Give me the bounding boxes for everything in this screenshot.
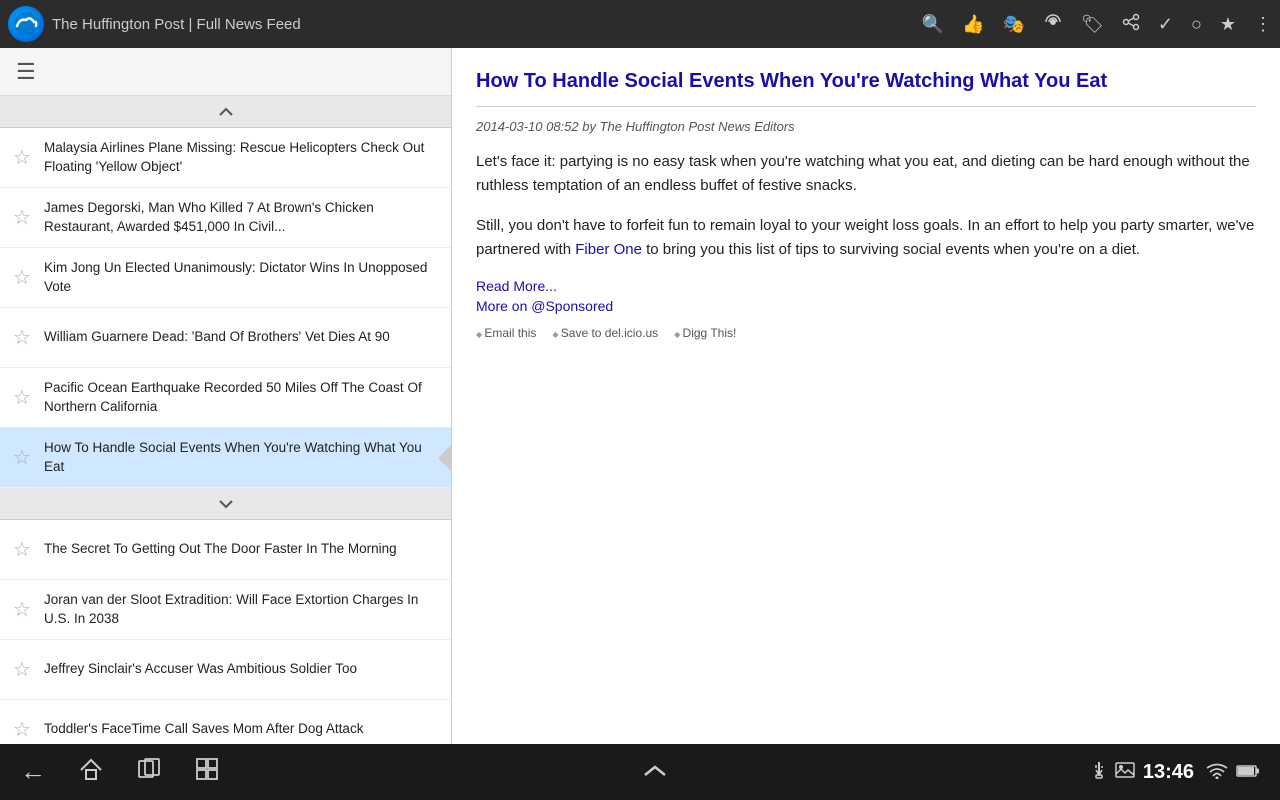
bottom-center	[643, 759, 667, 785]
digg-action[interactable]: Digg This!	[674, 326, 736, 340]
article-content: How To Handle Social Events When You're …	[452, 48, 1280, 744]
top-bar: The Huffington Post | Full News Feed 🔍 👍…	[0, 0, 1280, 48]
recents-button[interactable]	[136, 756, 162, 789]
mask-icon[interactable]: 🎭	[1003, 14, 1025, 35]
scroll-down-mid-button[interactable]	[0, 488, 451, 520]
article-meta: 2014-03-10 08:52 by The Huffington Post …	[476, 119, 1256, 134]
feed-item-1[interactable]: ☆ Malaysia Airlines Plane Missing: Rescu…	[0, 128, 451, 188]
hamburger-menu[interactable]: ☰	[8, 55, 44, 89]
star-icon-9[interactable]: ☆	[8, 656, 36, 684]
email-action[interactable]: Email this	[476, 326, 536, 340]
read-more-section: Read More... More on @Sponsored	[476, 278, 1256, 314]
feed-item-3[interactable]: ☆ Kim Jong Un Elected Unanimously: Dicta…	[0, 248, 451, 308]
back-button[interactable]: ←	[20, 756, 46, 789]
article-body-2: Still, you don't have to forfeit fun to …	[476, 214, 1256, 262]
feed-item-6[interactable]: ☆ How To Handle Social Events When You'r…	[0, 428, 451, 488]
action-bar: Email this Save to del.icio.us Digg This…	[476, 326, 1256, 340]
feed-item-text-1: Malaysia Airlines Plane Missing: Rescue …	[44, 139, 443, 177]
star-icon-7[interactable]: ☆	[8, 536, 36, 564]
feed-item-text-5: Pacific Ocean Earthquake Recorded 50 Mil…	[44, 379, 443, 417]
article-body-2-post: to bring you this list of tips to surviv…	[642, 241, 1140, 258]
title-divider	[476, 106, 1256, 107]
star-icon-3[interactable]: ☆	[8, 264, 36, 292]
battery-icon	[1236, 764, 1260, 781]
tag-icon[interactable]: 🏷	[1081, 14, 1104, 35]
radio-icon[interactable]	[1043, 12, 1063, 37]
like-icon[interactable]: 👍	[962, 14, 984, 35]
main-layout: ☰ ☆ Malaysia Airlines Plane Missing: Res…	[0, 48, 1280, 744]
nav-icons: ←	[20, 756, 220, 789]
star-top-icon[interactable]: ★	[1220, 14, 1236, 35]
star-icon-5[interactable]: ☆	[8, 384, 36, 412]
grid-button[interactable]	[194, 756, 220, 789]
sidebar: ☰ ☆ Malaysia Airlines Plane Missing: Res…	[0, 48, 452, 744]
feed-item-text-2: James Degorski, Man Who Killed 7 At Brow…	[44, 199, 443, 237]
clock-display: 13:46	[1143, 761, 1194, 784]
scroll-up-button[interactable]	[0, 96, 451, 128]
feed-item-text-7: The Secret To Getting Out The Door Faste…	[44, 540, 443, 559]
feed-item-text-9: Jeffrey Sinclair's Accuser Was Ambitious…	[44, 660, 443, 679]
feed-item-8[interactable]: ☆ Joran van der Sloot Extradition: Will …	[0, 580, 451, 640]
feed-item-9[interactable]: ☆ Jeffrey Sinclair's Accuser Was Ambitio…	[0, 640, 451, 700]
wifi-icon	[1206, 763, 1228, 782]
article-title[interactable]: How To Handle Social Events When You're …	[476, 68, 1256, 94]
star-icon-10[interactable]: ☆	[8, 716, 36, 744]
search-icon[interactable]: 🔍	[922, 14, 944, 35]
read-more-link[interactable]: Read More...	[476, 278, 1256, 294]
scroll-up-center-button[interactable]	[643, 759, 667, 785]
star-icon-2[interactable]: ☆	[8, 204, 36, 232]
sidebar-controls: ☰	[0, 48, 451, 96]
share-icon[interactable]	[1122, 13, 1140, 36]
fiber-one-link[interactable]: Fiber One	[575, 241, 642, 258]
star-icon-1[interactable]: ☆	[8, 144, 36, 172]
feed-list: ☆ Malaysia Airlines Plane Missing: Rescu…	[0, 128, 451, 744]
feed-item-text-6: How To Handle Social Events When You're …	[44, 439, 443, 477]
feed-item-text-3: Kim Jong Un Elected Unanimously: Dictato…	[44, 259, 443, 297]
feed-item-7[interactable]: ☆ The Secret To Getting Out The Door Fas…	[0, 520, 451, 580]
check-icon[interactable]: ✓	[1158, 14, 1173, 35]
usb-icon	[1091, 760, 1107, 785]
app-title: The Huffington Post | Full News Feed	[52, 16, 914, 33]
star-icon-4[interactable]: ☆	[8, 324, 36, 352]
feed-item-text-8: Joran van der Sloot Extradition: Will Fa…	[44, 591, 443, 629]
feed-item-text-4: William Guarnere Dead: 'Band Of Brothers…	[44, 328, 443, 347]
status-area: 13:46	[1091, 760, 1260, 785]
bottom-bar: ←	[0, 744, 1280, 800]
home-button[interactable]	[78, 756, 104, 789]
feed-item-2[interactable]: ☆ James Degorski, Man Who Killed 7 At Br…	[0, 188, 451, 248]
app-logo	[8, 6, 44, 42]
star-icon-6[interactable]: ☆	[8, 444, 36, 472]
feed-item-5[interactable]: ☆ Pacific Ocean Earthquake Recorded 50 M…	[0, 368, 451, 428]
star-icon-8[interactable]: ☆	[8, 596, 36, 624]
image-icon	[1115, 762, 1135, 783]
circle-icon[interactable]: ○	[1191, 14, 1202, 35]
feed-item-10[interactable]: ☆ Toddler's FaceTime Call Saves Mom Afte…	[0, 700, 451, 744]
feed-item-4[interactable]: ☆ William Guarnere Dead: 'Band Of Brothe…	[0, 308, 451, 368]
more-on-link[interactable]: More on @Sponsored	[476, 298, 1256, 314]
top-icons: 🔍 👍 🎭 🏷 ✓ ○ ★ ⋮	[922, 12, 1272, 37]
delicious-action[interactable]: Save to del.icio.us	[552, 326, 658, 340]
feed-item-text-10: Toddler's FaceTime Call Saves Mom After …	[44, 720, 443, 739]
article-body-1: Let's face it: partying is no easy task …	[476, 150, 1256, 198]
more-icon[interactable]: ⋮	[1254, 14, 1272, 35]
